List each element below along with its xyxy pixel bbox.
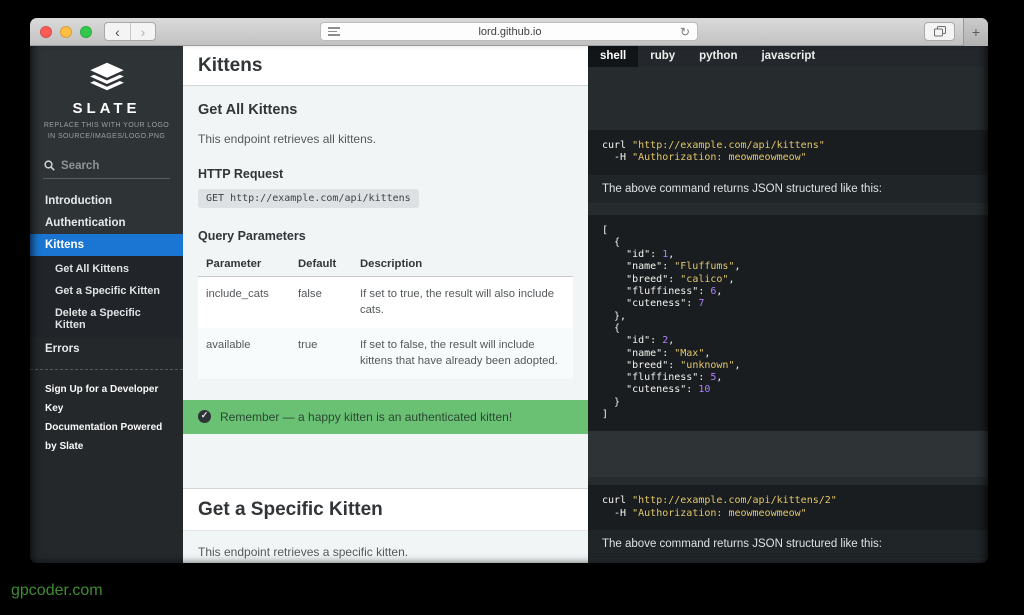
- code-annotation: The above command returns JSON structure…: [588, 530, 988, 558]
- section-title-get-specific: Get a Specific Kitten: [183, 488, 588, 531]
- signup-developer-key-link[interactable]: Sign Up for a Developer Key: [45, 380, 168, 418]
- check-icon: ✓: [198, 410, 211, 423]
- logo-caption-line2: IN SOURCE/IMAGES/LOGO.PNG: [36, 132, 177, 143]
- language-selector: shell ruby python javascript: [588, 46, 988, 67]
- sidebar-divider: [30, 369, 183, 370]
- table-row: include_cats false If set to true, the r…: [198, 277, 573, 328]
- cell-default: false: [290, 277, 352, 328]
- search-input[interactable]: [61, 160, 169, 172]
- code-panel-spacer: [588, 203, 988, 215]
- logo-caption: REPLACE THIS WITH YOUR LOGO IN SOURCE/IM…: [36, 121, 177, 143]
- curl-get-all-code-block: curl "http://example.com/api/kittens" -H…: [588, 130, 988, 175]
- sidebar-item-errors[interactable]: Errors: [30, 338, 183, 360]
- cell-default: true: [290, 328, 352, 379]
- code-panel: shell ruby python javascript curl "http:…: [588, 46, 988, 563]
- column-header-default: Default: [290, 252, 352, 277]
- column-header-parameter: Parameter: [198, 252, 290, 277]
- sidebar-item-authentication[interactable]: Authentication: [30, 212, 183, 234]
- section-heading: Get All Kittens: [198, 86, 573, 118]
- page-title: Kittens: [183, 46, 588, 86]
- section-description: This endpoint retrieves a specific kitte…: [198, 531, 573, 559]
- logo-caption-line1: REPLACE THIS WITH YOUR LOGO: [36, 121, 177, 132]
- browser-window: ‹ › lord.github.io ↻ +: [30, 18, 988, 563]
- success-note: ✓ Remember — a happy kitten is an authen…: [183, 400, 588, 435]
- sidebar-item-get-all-kittens[interactable]: Get All Kittens: [30, 258, 183, 280]
- tab-javascript[interactable]: javascript: [749, 46, 827, 67]
- cell-description: If set to true, the result will also inc…: [352, 277, 573, 328]
- tabs-icon: [934, 26, 946, 37]
- section-description: This endpoint retrieves all kittens.: [198, 118, 573, 146]
- sidebar-item-delete-specific-kitten[interactable]: Delete a Specific Kitten: [30, 302, 183, 336]
- table-row: available true If set to false, the resu…: [198, 328, 573, 379]
- cell-parameter: available: [198, 328, 290, 379]
- window-controls: [40, 26, 92, 38]
- sidebar-subnav: Get All Kittens Get a Specific Kitten De…: [30, 256, 183, 338]
- sidebar-nav: Introduction Authentication Kittens Get …: [30, 190, 183, 360]
- watermark: gpcoder.com: [11, 582, 103, 600]
- refresh-icon[interactable]: ↻: [680, 25, 690, 39]
- curl-get-specific-code-block: curl "http://example.com/api/kittens/2" …: [588, 485, 988, 530]
- sidebar-footer: Sign Up for a Developer Key Documentatio…: [30, 378, 183, 458]
- new-tab-button[interactable]: +: [963, 18, 988, 46]
- zoom-button[interactable]: [80, 26, 92, 38]
- sidebar-item-get-specific-kitten[interactable]: Get a Specific Kitten: [30, 280, 183, 302]
- back-button[interactable]: ‹: [105, 23, 130, 40]
- browser-titlebar: ‹ › lord.github.io ↻ +: [30, 18, 988, 46]
- section-gap: [183, 434, 588, 488]
- minimize-button[interactable]: [60, 26, 72, 38]
- http-request-heading: HTTP Request: [198, 146, 573, 181]
- sidebar-item-kittens[interactable]: Kittens: [30, 234, 183, 256]
- titlebar-right-controls: +: [924, 18, 988, 45]
- tab-ruby[interactable]: ruby: [638, 46, 687, 67]
- json-response-code-block: [ { "id": 1, "name": "Fluffums", "breed"…: [588, 215, 988, 432]
- query-parameters-table: Parameter Default Description include_ca…: [198, 252, 573, 379]
- code-panel-spacer: [588, 477, 988, 485]
- reader-icon[interactable]: [328, 27, 340, 36]
- sidebar-item-introduction[interactable]: Introduction: [30, 190, 183, 212]
- docs-content: Kittens Get All Kittens This endpoint re…: [183, 46, 588, 563]
- tab-overview-button[interactable]: [924, 22, 955, 41]
- slate-logo-icon: [84, 59, 130, 95]
- tab-shell[interactable]: shell: [588, 46, 638, 67]
- column-header-description: Description: [352, 252, 573, 277]
- code-panel-spacer: [588, 67, 988, 130]
- close-button[interactable]: [40, 26, 52, 38]
- search-box: [43, 155, 170, 179]
- search-icon: [44, 160, 55, 171]
- section-get-specific-kitten: This endpoint retrieves a specific kitte…: [183, 531, 588, 563]
- http-request-code: GET http://example.com/api/kittens: [198, 189, 419, 208]
- query-parameters-heading: Query Parameters: [198, 208, 573, 243]
- cell-description: If set to false, the result will include…: [352, 328, 573, 379]
- section-separator-band: [588, 431, 988, 477]
- cell-parameter: include_cats: [198, 277, 290, 328]
- powered-by-slate-link[interactable]: Documentation Powered by Slate: [45, 418, 168, 456]
- address-bar[interactable]: lord.github.io ↻: [320, 22, 698, 41]
- history-nav-group: ‹ ›: [104, 22, 156, 41]
- success-note-text: Remember — a happy kitten is an authenti…: [220, 408, 512, 427]
- tab-python[interactable]: python: [687, 46, 749, 67]
- table-header-row: Parameter Default Description: [198, 252, 573, 277]
- logo-title: SLATE: [36, 100, 177, 117]
- url-text[interactable]: lord.github.io: [340, 26, 680, 38]
- code-annotation: The above command returns JSON structure…: [588, 175, 988, 203]
- forward-button[interactable]: ›: [130, 23, 155, 40]
- logo-block: SLATE REPLACE THIS WITH YOUR LOGO IN SOU…: [30, 46, 183, 151]
- section-get-all-kittens: Get All Kittens This endpoint retrieves …: [183, 86, 588, 434]
- sidebar: SLATE REPLACE THIS WITH YOUR LOGO IN SOU…: [30, 46, 183, 563]
